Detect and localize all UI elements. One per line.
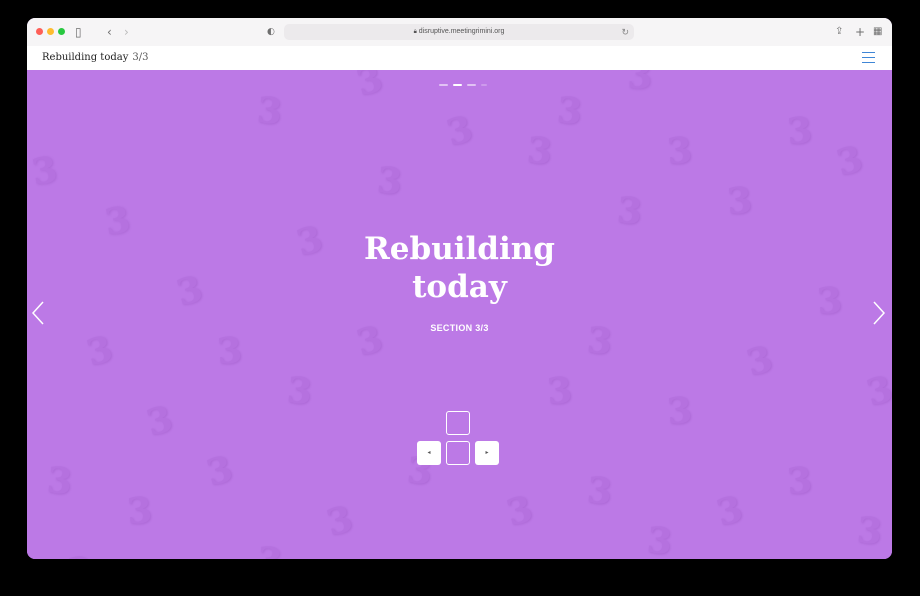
right-key[interactable]: ▸ xyxy=(475,441,499,465)
background-glyph: 3 xyxy=(831,137,868,185)
background-glyph: 3 xyxy=(855,508,884,554)
left-key[interactable]: ◂ xyxy=(417,441,441,465)
background-glyph: 3 xyxy=(545,368,574,414)
background-glyph: 3 xyxy=(525,128,554,174)
page-title-text: Rebuilding today xyxy=(42,52,129,63)
next-slide-button[interactable] xyxy=(872,300,888,326)
background-glyph: 3 xyxy=(215,328,244,374)
background-glyph: 3 xyxy=(28,148,61,194)
chevron-right-icon xyxy=(873,301,886,325)
reload-icon[interactable]: ↻ xyxy=(621,24,629,40)
background-glyph: 3 xyxy=(125,488,154,534)
hero-slide: 3333333333333333333333333333333333333333… xyxy=(27,70,892,559)
background-glyph: 3 xyxy=(441,107,478,155)
back-button[interactable]: ‹ xyxy=(107,23,112,41)
tab-overview-icon[interactable]: ▦ xyxy=(873,23,882,41)
background-glyph: 3 xyxy=(351,70,388,105)
background-glyph: 3 xyxy=(665,388,694,434)
background-glyph: 3 xyxy=(665,128,694,174)
section-label: SECTION 3/3 xyxy=(430,323,489,333)
browser-toolbar: ▯ ‹ › ◐ 🔒︎ disruptive.meetingrimini.org ↻… xyxy=(27,18,892,47)
background-glyph: 3 xyxy=(555,88,584,134)
prev-slide-button[interactable] xyxy=(31,300,47,326)
url-text: disruptive.meetingrimini.org xyxy=(418,28,505,35)
site-header: Rebuilding today 3/3 xyxy=(27,46,892,70)
down-key[interactable] xyxy=(446,441,470,465)
background-glyph: 3 xyxy=(501,487,538,535)
slide-heading-line2: today xyxy=(412,269,507,305)
page-title: Rebuilding today 3/3 xyxy=(42,46,148,70)
progress-dot[interactable] xyxy=(481,84,487,86)
progress-dot[interactable] xyxy=(467,84,476,86)
forward-button[interactable]: › xyxy=(124,23,129,41)
shield-icon[interactable]: ◐ xyxy=(267,23,275,41)
background-glyph: 3 xyxy=(725,178,754,224)
background-glyph: 3 xyxy=(615,188,644,234)
background-glyph: 3 xyxy=(627,70,653,97)
new-tab-button[interactable]: + xyxy=(855,23,865,41)
browser-window: ▯ ‹ › ◐ 🔒︎ disruptive.meetingrimini.org ↻… xyxy=(27,18,892,559)
background-glyph: 3 xyxy=(81,327,118,375)
up-key[interactable] xyxy=(446,411,470,435)
keyboard-hint: ◂ ▸ xyxy=(417,411,502,467)
background-glyph: 3 xyxy=(141,397,178,445)
slide-progress-dots xyxy=(439,73,492,91)
background-glyph: 3 xyxy=(285,368,314,414)
close-window-button[interactable] xyxy=(36,28,43,35)
background-glyph: 3 xyxy=(785,458,814,504)
background-glyph: 3 xyxy=(65,549,94,559)
background-glyph: 3 xyxy=(201,447,238,495)
sidebar-icon[interactable]: ▯ xyxy=(75,23,82,41)
address-bar[interactable]: 🔒︎ disruptive.meetingrimini.org ↻ xyxy=(284,24,634,40)
background-glyph: 3 xyxy=(255,88,284,134)
background-glyph: 3 xyxy=(375,158,404,204)
background-glyph: 3 xyxy=(255,539,284,559)
background-glyph: 3 xyxy=(321,497,358,545)
background-pattern: 3333333333333333333333333333333333333333 xyxy=(27,70,892,559)
background-glyph: 3 xyxy=(45,458,74,504)
slide-heading-line1: Rebuilding xyxy=(364,231,555,267)
progress-dot-active[interactable] xyxy=(453,84,462,86)
background-glyph: 3 xyxy=(711,487,748,535)
chevron-left-icon xyxy=(31,301,44,325)
share-icon[interactable]: ⇪ xyxy=(835,23,843,41)
lock-icon: 🔒︎ xyxy=(413,29,417,35)
section-counter: 3/3 xyxy=(132,52,149,63)
background-glyph: 3 xyxy=(645,518,674,559)
zoom-window-button[interactable] xyxy=(58,28,65,35)
background-glyph: 3 xyxy=(861,367,892,415)
minimize-window-button[interactable] xyxy=(47,28,54,35)
background-glyph: 3 xyxy=(741,337,778,385)
background-glyph: 3 xyxy=(585,468,614,514)
background-glyph: 3 xyxy=(785,108,814,154)
hamburger-menu-icon[interactable] xyxy=(862,52,875,63)
progress-dot[interactable] xyxy=(439,84,448,86)
slide-heading: Rebuilding today xyxy=(27,230,892,306)
